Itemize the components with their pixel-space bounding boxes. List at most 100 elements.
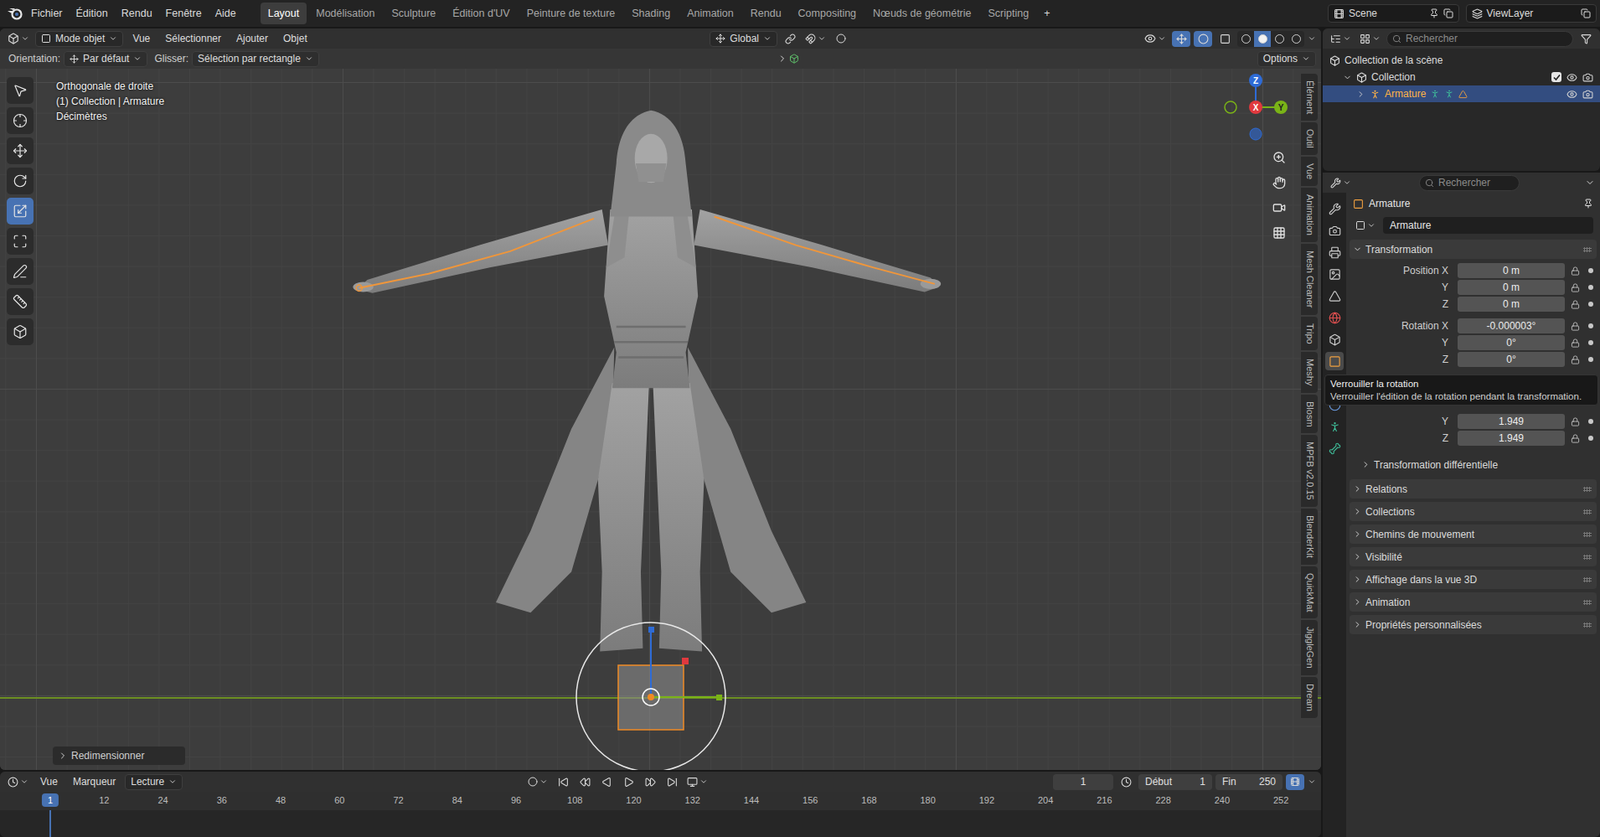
render-tab[interactable] <box>1325 221 1344 240</box>
sidebar-tab[interactable]: Outil <box>1300 122 1318 155</box>
lock-button[interactable] <box>1567 283 1583 293</box>
bone-tab[interactable] <box>1325 438 1344 458</box>
scene-tab[interactable] <box>1325 286 1344 305</box>
view-layer-tab[interactable] <box>1325 264 1344 284</box>
editor-type-button[interactable] <box>1327 175 1354 191</box>
delta-transform-header[interactable]: Transformation différentielle <box>1349 454 1597 475</box>
section-header[interactable]: Affichage dans la vue 3D <box>1349 569 1597 589</box>
measure-tool[interactable] <box>6 288 34 315</box>
add-cube-tool[interactable] <box>6 318 34 346</box>
world-tab[interactable] <box>1325 308 1344 327</box>
end-frame-field[interactable]: Fin250 <box>1215 774 1283 790</box>
rotate-tool[interactable] <box>6 167 34 195</box>
sync-button[interactable] <box>1285 774 1305 790</box>
workspace-tab[interactable]: Layout <box>260 2 308 25</box>
jump-end-button[interactable] <box>662 774 682 790</box>
filter-button[interactable] <box>1576 30 1595 47</box>
projection-button[interactable] <box>1269 222 1290 243</box>
select-box-tool[interactable] <box>6 77 34 104</box>
sidebar-tab[interactable]: JiggleGen <box>1300 619 1318 676</box>
sidebar-tab[interactable]: Animation <box>1300 187 1318 243</box>
section-header[interactable]: Visibilité <box>1349 547 1597 567</box>
transform-section-header[interactable]: Transformation <box>1349 239 1597 259</box>
workspace-tab[interactable]: Animation <box>679 2 742 25</box>
header-menu[interactable]: Vue <box>126 30 156 47</box>
workspace-tab[interactable]: Modélisation <box>308 2 382 25</box>
annotate-tool[interactable] <box>6 258 34 285</box>
play-button[interactable] <box>619 774 638 790</box>
editor-type-button[interactable] <box>1327 30 1354 47</box>
keyframe-dot[interactable] <box>1588 418 1594 424</box>
add-workspace-button[interactable]: + <box>1037 4 1056 23</box>
orientation-dropdown[interactable]: Global <box>709 30 778 47</box>
proportional-button[interactable] <box>831 30 851 47</box>
cursor-tool[interactable] <box>6 107 34 135</box>
menu-item[interactable]: Fichier <box>25 4 69 23</box>
workspace-tab[interactable]: Rendu <box>743 2 790 25</box>
tool-tab[interactable] <box>1325 199 1344 218</box>
header-menu[interactable]: Sélectionner <box>159 30 228 47</box>
lock-button[interactable] <box>1567 417 1583 427</box>
object-data-tab[interactable] <box>1325 417 1344 436</box>
sidebar-tab[interactable]: MPFB v2.0.15 <box>1300 434 1318 507</box>
next-key-button[interactable] <box>640 774 660 790</box>
gizmos-toggle[interactable] <box>1171 30 1191 47</box>
pivot-button[interactable] <box>780 30 800 47</box>
material-shading-button[interactable] <box>1270 30 1288 47</box>
orientation-dropdown[interactable]: Par défaut <box>63 51 148 68</box>
scale-tool[interactable] <box>6 197 34 225</box>
start-frame-field[interactable]: Début1 <box>1138 774 1213 790</box>
workspace-tab[interactable]: Nœuds de géométrie <box>865 2 979 25</box>
object-tab[interactable] <box>1325 351 1344 371</box>
header-menu[interactable]: Vue <box>34 774 64 790</box>
keyframe-dot[interactable] <box>1588 435 1594 441</box>
jump-start-button[interactable] <box>553 774 573 790</box>
current-frame-field[interactable]: 1 <box>1052 774 1114 790</box>
value-field[interactable]: 1.949 <box>1457 413 1565 429</box>
keyframe-dot[interactable] <box>1588 356 1594 362</box>
snap-button[interactable] <box>802 30 829 47</box>
workspace-tab[interactable]: Shading <box>624 2 678 25</box>
properties-search[interactable]: Rechercher <box>1419 175 1520 191</box>
menu-item[interactable]: Rendu <box>115 4 159 23</box>
preview-range-button[interactable] <box>1116 774 1136 790</box>
workspace-tab[interactable]: Compositing <box>790 2 864 25</box>
section-header[interactable]: Animation <box>1349 592 1597 612</box>
zoom-button[interactable] <box>1269 147 1290 168</box>
asset-shelf-toggle[interactable] <box>774 51 802 68</box>
wireframe-shading-button[interactable] <box>1237 30 1255 47</box>
sidebar-tab[interactable]: Vue <box>1300 156 1318 186</box>
view-layer-selector[interactable]: ViewLayer <box>1465 4 1598 23</box>
sidebar-tab[interactable]: Dream <box>1300 676 1318 718</box>
editor-type-button[interactable] <box>5 774 31 790</box>
object-name-field[interactable]: Armature <box>1383 216 1594 234</box>
last-operator-panel[interactable]: Redimensionner <box>52 746 186 765</box>
pan-button[interactable] <box>1269 172 1290 193</box>
data-block-button[interactable] <box>1352 217 1379 234</box>
sidebar-tab[interactable]: Meshy <box>1300 351 1318 393</box>
lock-button[interactable] <box>1567 266 1583 276</box>
previous-key-button[interactable] <box>575 774 594 790</box>
lock-button[interactable] <box>1567 321 1583 331</box>
3d-viewport[interactable]: Orthogonale de droite(1) Collection | Ar… <box>0 68 1322 770</box>
editor-type-button[interactable] <box>5 30 32 47</box>
value-field[interactable]: 0 m <box>1457 279 1565 295</box>
scene-selector[interactable]: Scene <box>1327 4 1460 23</box>
keyframe-dot[interactable] <box>1588 284 1594 290</box>
playback-dropdown[interactable]: Lecture <box>124 774 183 790</box>
header-menu[interactable]: Ajouter <box>230 30 274 47</box>
include-checkbox[interactable] <box>1551 72 1562 83</box>
outliner-row[interactable]: Collection <box>1322 68 1600 86</box>
section-header[interactable]: Relations <box>1349 479 1597 499</box>
sidebar-tab[interactable]: Tripo <box>1300 316 1318 351</box>
outliner-search[interactable]: Rechercher <box>1386 30 1574 47</box>
sidebar-tab[interactable]: Mesh Cleaner <box>1300 243 1318 315</box>
mode-dropdown[interactable]: Mode objet <box>35 30 124 47</box>
section-header[interactable]: Propriétés personnalisées <box>1349 614 1597 635</box>
lock-button[interactable] <box>1567 338 1583 348</box>
xray-toggle[interactable] <box>1215 30 1234 47</box>
sidebar-tab[interactable]: BlenderKit <box>1300 508 1318 565</box>
navigation-gizmo[interactable]: ZXY <box>1222 68 1290 148</box>
visibility-button[interactable] <box>1141 30 1169 47</box>
camera-view-button[interactable] <box>1269 197 1290 218</box>
